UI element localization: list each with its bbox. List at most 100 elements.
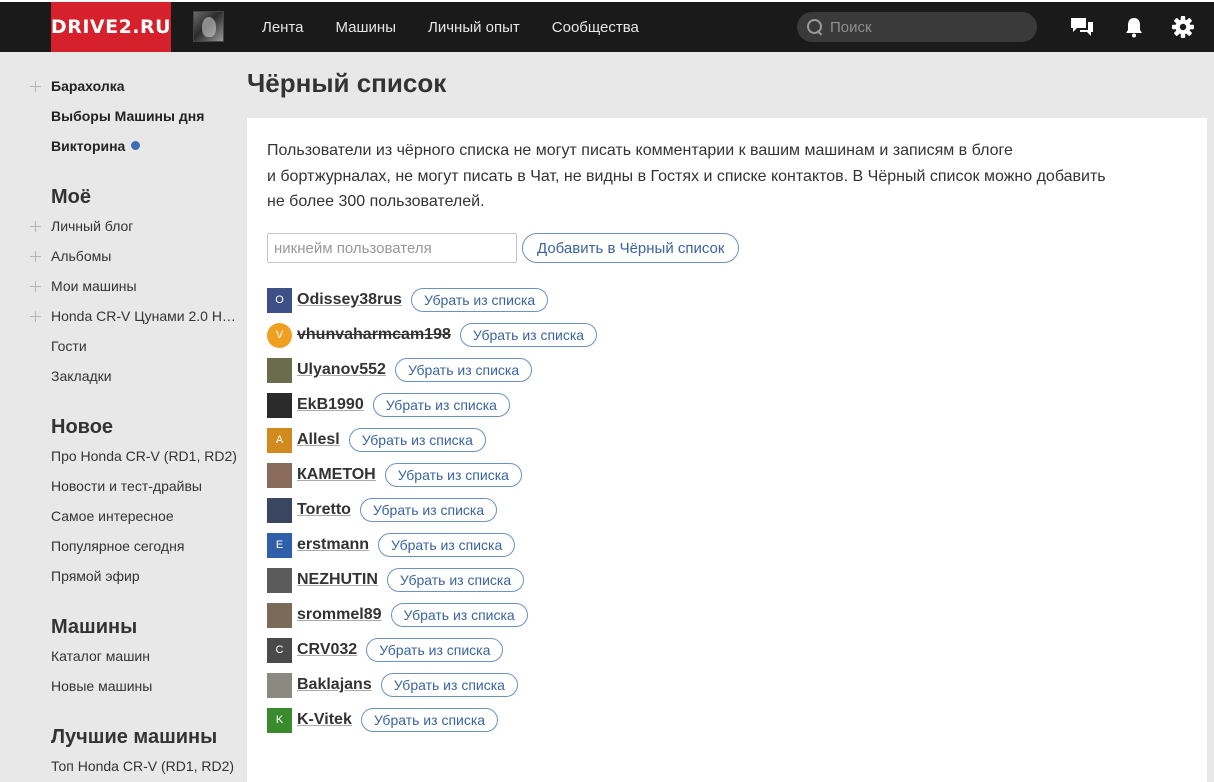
- remove-from-list-button[interactable]: Убрать из списка: [348, 428, 486, 452]
- remove-from-list-button[interactable]: Убрать из списка: [386, 568, 525, 592]
- plus-icon[interactable]: [30, 251, 41, 262]
- blacklist-user-row: EkB1990 Убрать из списка: [267, 392, 510, 418]
- main-nav: Лента Машины Личный опыт Сообщества: [262, 2, 671, 52]
- user-name-link[interactable]: erstmann: [297, 536, 369, 554]
- user-name-link[interactable]: Toretto: [297, 501, 351, 519]
- remove-from-list-button[interactable]: Убрать из списка: [390, 603, 528, 627]
- remove-from-list-button[interactable]: Убрать из списка: [359, 498, 498, 522]
- sidebar-item-quiz[interactable]: Викторина: [51, 138, 241, 154]
- plus-icon[interactable]: [30, 311, 41, 322]
- user-avatar[interactable]: [267, 392, 292, 418]
- remove-from-list-button[interactable]: Убрать из списка: [384, 463, 522, 487]
- sidebar-item-guests[interactable]: Гости: [51, 338, 241, 354]
- user-name-link[interactable]: vhunvaharmcam198: [297, 326, 451, 344]
- blacklist-user-row: C CRV032 Убрать из списка: [267, 637, 504, 663]
- plus-icon[interactable]: [30, 281, 41, 292]
- user-avatar[interactable]: [193, 11, 224, 42]
- user-name-link[interactable]: Allesl: [297, 431, 340, 449]
- user-name-link[interactable]: Baklajans: [297, 676, 372, 694]
- user-avatar[interactable]: E: [267, 532, 292, 558]
- site-logo[interactable]: DRIVE2.RU: [51, 2, 171, 52]
- user-avatar[interactable]: [267, 672, 292, 698]
- sidebar-item-my-cars[interactable]: Мои машины: [51, 278, 241, 294]
- blacklist-user-row: Ulyanov552 Убрать из списка: [267, 357, 533, 383]
- user-avatar[interactable]: [267, 462, 292, 488]
- nav-feed[interactable]: Лента: [262, 19, 304, 36]
- user-name-link[interactable]: NEZHUTIN: [297, 571, 378, 589]
- user-avatar[interactable]: A: [267, 427, 292, 453]
- blacklist-user-row: NEZHUTIN Убрать из списка: [267, 567, 525, 593]
- description-line: не более 300 пользователей.: [267, 193, 485, 210]
- sidebar-section-title: Лучшие машины: [51, 726, 218, 748]
- nav-communities[interactable]: Сообщества: [552, 19, 639, 36]
- plus-icon[interactable]: [30, 221, 41, 232]
- plus-icon[interactable]: [30, 81, 41, 92]
- blacklist-panel: Пользователи из чёрного списка не могут …: [247, 118, 1207, 782]
- user-name-link[interactable]: K-Vitek: [297, 711, 352, 729]
- sidebar-item-top-crv[interactable]: Топ Honda CR-V (RD1, RD2): [51, 758, 241, 774]
- sidebar-section-title: Моё: [51, 186, 91, 208]
- add-to-blacklist-button[interactable]: Добавить в Чёрный список: [522, 233, 740, 263]
- new-dot-badge: [131, 141, 141, 150]
- remove-from-list-button[interactable]: Убрать из списка: [410, 288, 549, 312]
- user-name-link[interactable]: Odissey38rus: [297, 291, 402, 309]
- nickname-input[interactable]: [267, 233, 517, 263]
- blacklist-user-row: Baklajans Убрать из списка: [267, 672, 518, 698]
- sidebar-item-about-crv[interactable]: Про Honda CR-V (RD1, RD2): [51, 448, 241, 464]
- user-name-link[interactable]: Ulyanov552: [297, 361, 386, 379]
- remove-from-list-button[interactable]: Убрать из списка: [459, 323, 598, 347]
- sidebar-item-honda[interactable]: Honda CR-V Цунами 2.0 Н…: [51, 308, 241, 324]
- blacklist-user-row: Eerstmann Убрать из списка: [267, 532, 516, 558]
- user-avatar[interactable]: V: [267, 322, 292, 348]
- remove-from-list-button[interactable]: Убрать из списка: [394, 358, 533, 382]
- sidebar-item-car-of-day[interactable]: Выборы Машины дня: [51, 108, 241, 124]
- search-icon: [807, 19, 823, 35]
- sidebar-item-interesting[interactable]: Самое интересное: [51, 508, 241, 524]
- sidebar-item-baraholka[interactable]: Барахолка: [51, 78, 241, 94]
- search-box[interactable]: [797, 12, 1037, 42]
- description-line: и бортжурналах, не могут писать в Чат, н…: [267, 167, 1106, 185]
- remove-from-list-button[interactable]: Убрать из списка: [360, 708, 499, 732]
- user-name-link[interactable]: srommel89: [297, 606, 382, 624]
- nav-cars[interactable]: Машины: [336, 19, 396, 36]
- blacklist-user-row: Toretto Убрать из списка: [267, 497, 498, 523]
- sidebar-item-bookmarks[interactable]: Закладки: [51, 368, 241, 384]
- page-title: Чёрный список: [247, 68, 447, 98]
- sidebar-section-title: Машины: [51, 616, 138, 638]
- blacklist-description: Пользователи из чёрного списка не могут …: [267, 138, 1187, 215]
- bell-icon[interactable]: [1121, 15, 1147, 39]
- search-input[interactable]: [830, 18, 1020, 36]
- sidebar-item-new-cars[interactable]: Новые машины: [51, 678, 241, 694]
- remove-from-list-button[interactable]: Убрать из списка: [366, 638, 504, 662]
- sidebar-item-news[interactable]: Новости и тест-драйвы: [51, 478, 241, 494]
- blacklist-user-row: A Allesl Убрать из списка: [267, 427, 486, 453]
- remove-from-list-button[interactable]: Убрать из списка: [380, 673, 518, 697]
- user-avatar[interactable]: O: [267, 287, 292, 313]
- sidebar-item-live[interactable]: Прямой эфир: [51, 568, 241, 584]
- user-avatar[interactable]: [267, 602, 292, 628]
- sidebar-item-albums[interactable]: Альбомы: [51, 248, 241, 264]
- blacklist-user-row: O Odissey38rus Убрать из списка: [267, 287, 549, 313]
- gear-icon[interactable]: [1170, 15, 1196, 39]
- user-name-link[interactable]: КАМЕТОН: [297, 466, 376, 484]
- user-avatar[interactable]: K: [267, 707, 292, 733]
- description-line: Пользователи из чёрного списка не могут …: [267, 142, 1013, 159]
- blacklist-user-row: Vvhunvaharmcam198 Убрать из списка: [267, 322, 598, 348]
- user-name-link[interactable]: EkB1990: [297, 396, 364, 414]
- messages-icon[interactable]: [1069, 15, 1095, 39]
- left-sidebar: Барахолка Выборы Машины дня Викторина Мо…: [0, 52, 247, 782]
- user-avatar[interactable]: [267, 357, 292, 383]
- user-avatar[interactable]: [267, 567, 292, 593]
- sidebar-item-blog[interactable]: Личный блог: [51, 218, 241, 234]
- nav-experience[interactable]: Личный опыт: [428, 19, 520, 36]
- user-name-link[interactable]: CRV032: [297, 641, 357, 659]
- user-avatar[interactable]: [267, 497, 292, 523]
- remove-from-list-button[interactable]: Убрать из списка: [372, 393, 510, 417]
- sidebar-item-popular[interactable]: Популярное сегодня: [51, 538, 241, 554]
- top-navbar: DRIVE2.RU Лента Машины Личный опыт Сообщ…: [0, 2, 1214, 52]
- sidebar-item-catalog[interactable]: Каталог машин: [51, 648, 241, 664]
- user-avatar[interactable]: C: [267, 637, 292, 663]
- blacklist-user-row: КАМЕТОН Убрать из списка: [267, 462, 522, 488]
- remove-from-list-button[interactable]: Убрать из списка: [378, 533, 516, 557]
- blacklist-user-row: K K-Vitek Убрать из списка: [267, 707, 499, 733]
